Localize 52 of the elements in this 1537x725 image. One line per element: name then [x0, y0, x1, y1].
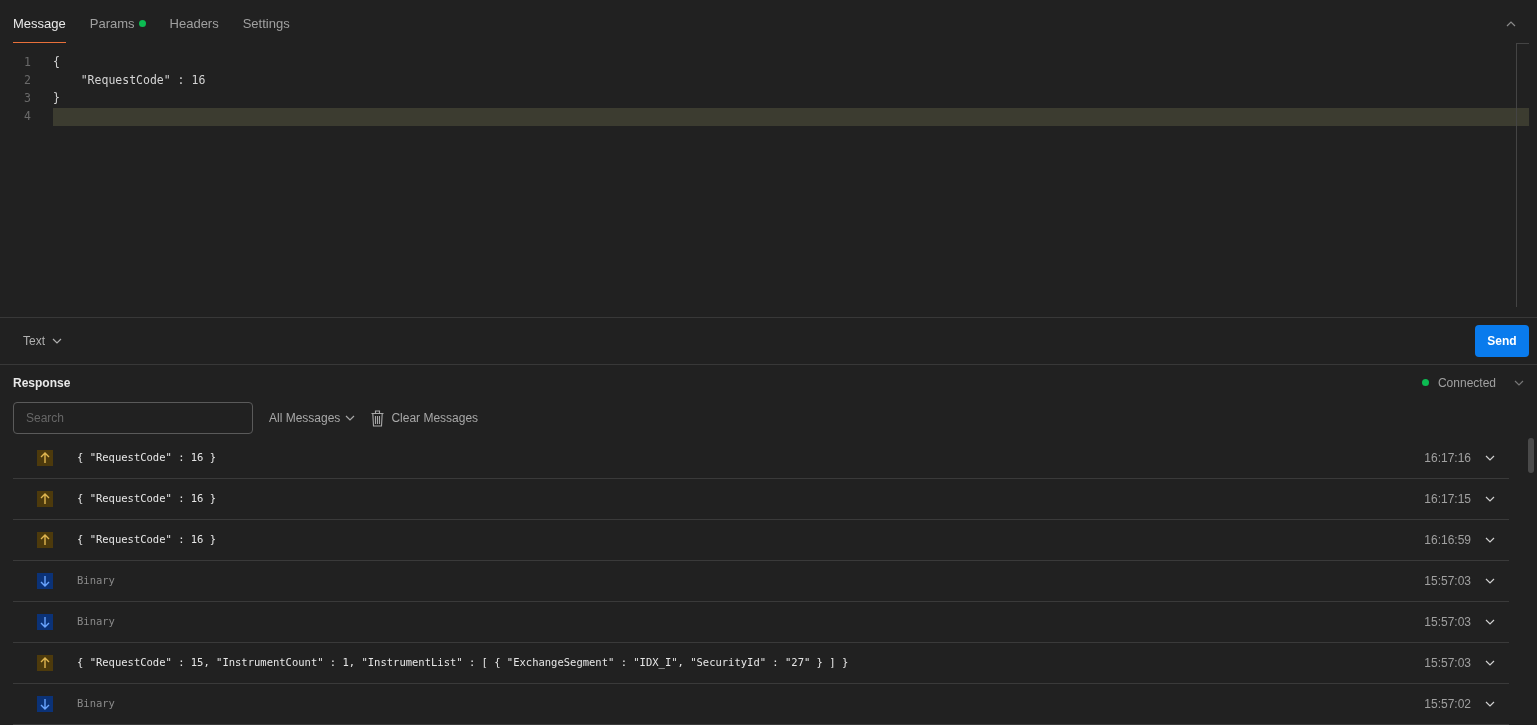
tab[interactable]: Params [89, 4, 146, 43]
search-field[interactable]: Search [13, 402, 253, 435]
expand-button[interactable] [1485, 496, 1495, 502]
expand-button[interactable] [1485, 660, 1495, 666]
message-time: 16:17:15 [1424, 491, 1471, 508]
line-number: 4 [23, 108, 32, 126]
expand-button[interactable] [1485, 701, 1495, 707]
chevron-down-icon [1485, 701, 1495, 707]
message-text: { "RequestCode" : 16 } [77, 450, 217, 466]
message-time: 16:17:16 [1424, 450, 1471, 467]
message-text: { "RequestCode" : 15, "InstrumentCount" : 1, "InstrumentList" : [ { "ExchangeSegment" : "IDX_I", "SecurityId" : "27" } ] } [77, 655, 849, 671]
send-button[interactable]: Send [1475, 324, 1529, 357]
trash-icon [371, 409, 385, 427]
code-line: "RequestCode" : 16 [79, 72, 207, 90]
chevron-down-icon [1485, 455, 1495, 461]
format-dropdown[interactable]: Text [13, 331, 72, 350]
chevron-down-icon [1485, 619, 1495, 625]
line-number: 3 [23, 90, 32, 108]
line-number: 2 [23, 72, 32, 90]
filter-dropdown[interactable]: All Messages [269, 409, 356, 428]
message-text: Binary [77, 614, 115, 630]
expand-button[interactable] [1485, 578, 1495, 584]
message-text: { "RequestCode" : 16 } [77, 532, 217, 548]
message-text: { "RequestCode" : 16 } [77, 491, 217, 507]
tab[interactable]: Headers [169, 4, 219, 43]
response-title: Response [13, 374, 71, 392]
message-text: Binary [77, 696, 115, 712]
tab[interactable]: Settings [242, 4, 290, 43]
expand-button[interactable] [1485, 537, 1495, 543]
message-time: 16:16:59 [1424, 532, 1471, 549]
code-line: { [53, 54, 61, 72]
chevron-down-icon [1485, 578, 1495, 584]
clear-messages-button[interactable]: Clear Messages [371, 409, 479, 428]
message-time: 15:57:02 [1424, 696, 1471, 713]
line-number: 1 [23, 54, 32, 72]
chevron-down-icon [1514, 379, 1524, 386]
chevron-down-icon [1485, 660, 1495, 666]
message-time: 15:57:03 [1424, 655, 1471, 672]
message-time: 15:57:03 [1424, 614, 1471, 631]
chevron-down-icon [1485, 496, 1495, 502]
expand-button[interactable] [1485, 619, 1495, 625]
message-time: 15:57:03 [1424, 573, 1471, 590]
code-line: } [53, 90, 61, 108]
chevron-down-icon [1485, 537, 1495, 543]
scrollbar-thumb [1528, 438, 1534, 473]
chevron-down-icon [345, 415, 356, 422]
chevron-up-icon [1506, 20, 1516, 27]
tab[interactable]: Message [13, 4, 66, 43]
connection-status: Connected [1437, 374, 1496, 392]
message-text: Binary [77, 573, 115, 589]
expand-button[interactable] [1485, 455, 1495, 461]
chevron-down-icon [52, 337, 62, 344]
